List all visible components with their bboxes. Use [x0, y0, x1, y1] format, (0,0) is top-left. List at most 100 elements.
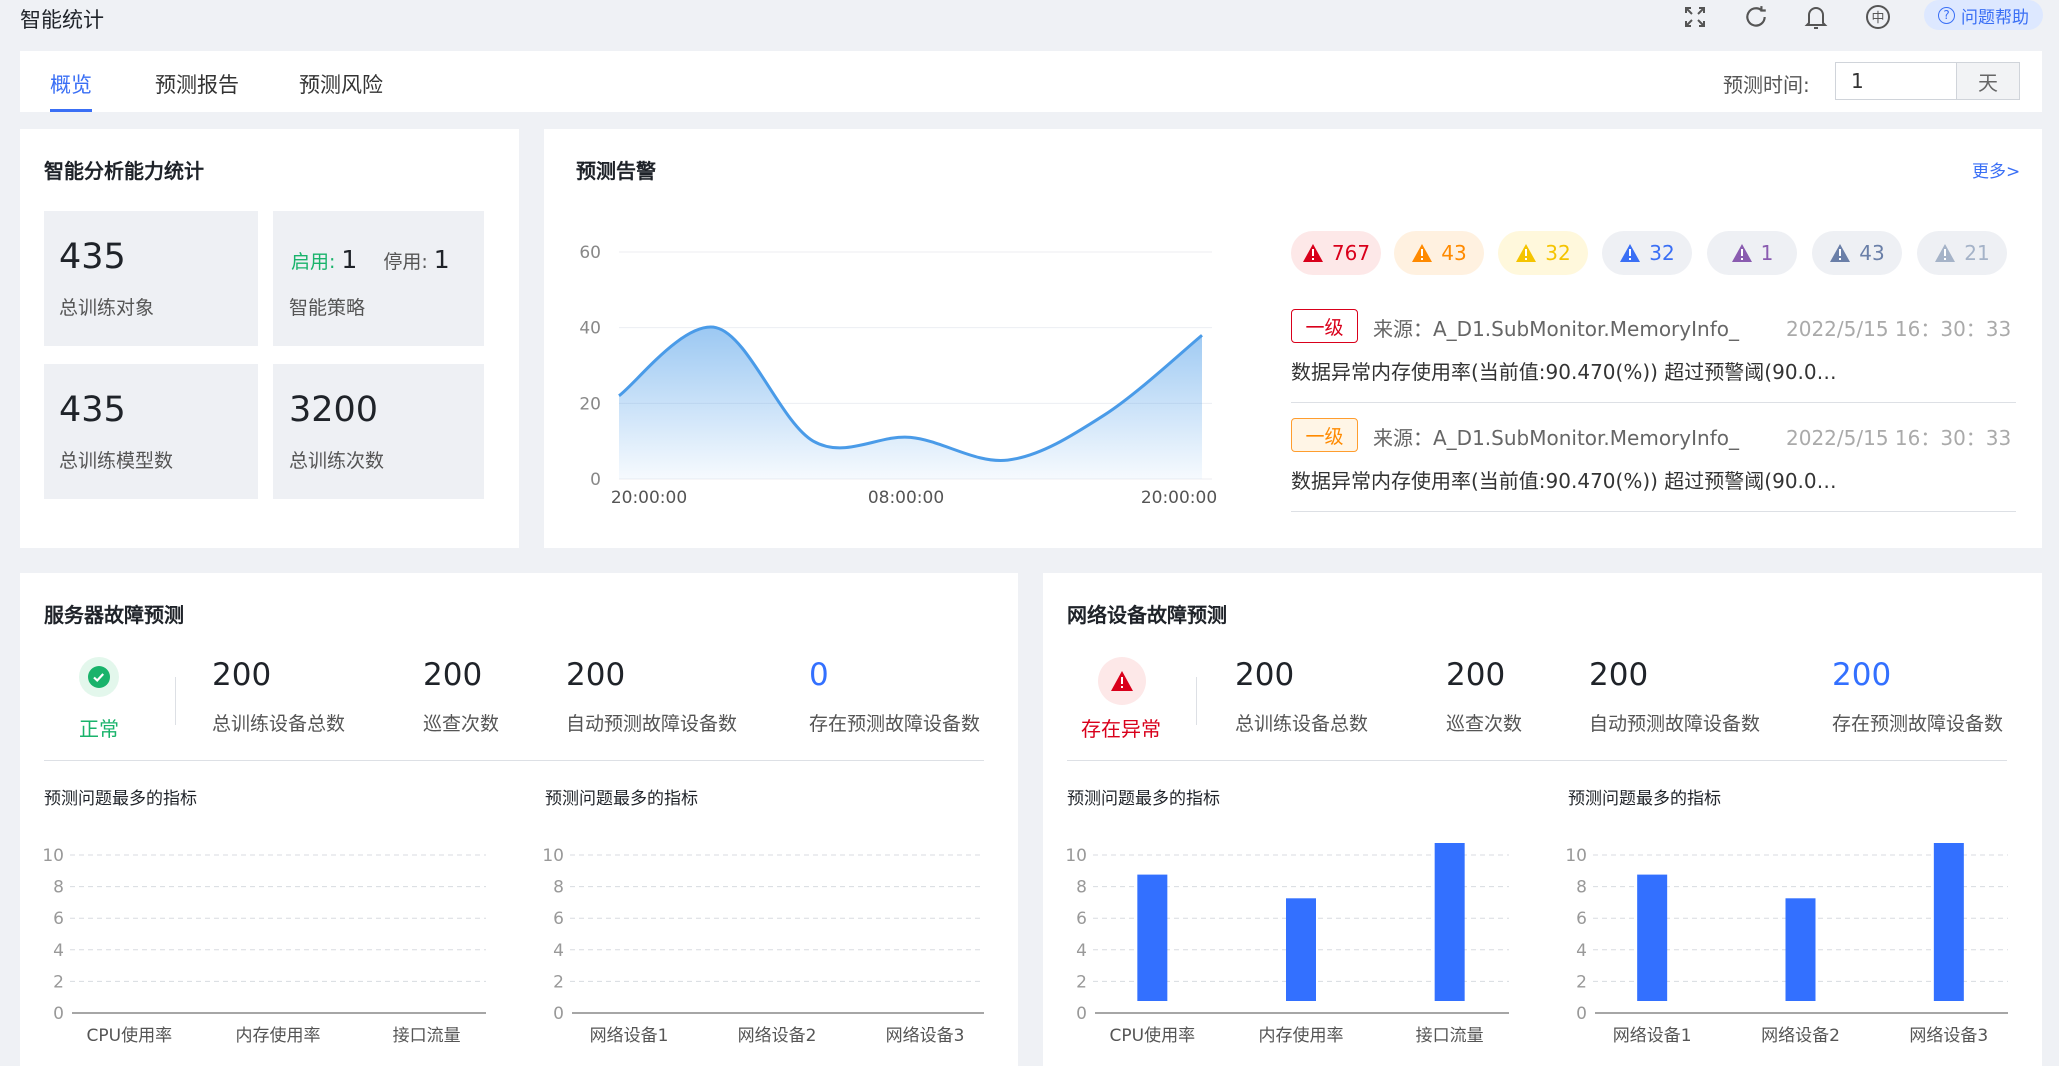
x-tick-label: 接口流量: [393, 1026, 461, 1046]
bar: [1785, 898, 1816, 1001]
y-tick-label: 8: [1576, 878, 1587, 898]
active-tab-indicator: [50, 109, 92, 112]
x-tick-label: CPU使用率: [1110, 1025, 1196, 1046]
y-tick-label: 10: [1065, 846, 1087, 866]
y-tick-label: 10: [542, 846, 564, 866]
warning-icon: [1830, 244, 1851, 262]
stat-value: 200: [212, 657, 272, 693]
network-fault-title: 网络设备故障预测: [1067, 603, 1227, 627]
tab-overview[interactable]: 概览: [50, 69, 92, 99]
warning-icon: [1302, 244, 1323, 262]
stat-value: 0: [809, 657, 829, 693]
fullscreen-icon[interactable]: [1680, 2, 1710, 32]
divider: [1291, 402, 2016, 403]
training-objects-label: 总训练对象: [59, 297, 155, 319]
bell-icon[interactable]: [1801, 2, 1831, 32]
chart-title: 预测问题最多的指标: [1568, 789, 1721, 809]
alert-level-badge[interactable]: 32: [1602, 231, 1692, 275]
alert-level-badge[interactable]: 1: [1707, 231, 1797, 275]
enabled-label: 启用:: [291, 251, 336, 273]
badge-count: 21: [1964, 241, 1990, 265]
stat-label: 巡查次数: [423, 713, 500, 735]
tab-bar: 概览 预测报告 预测风险 预测时间: 1 天: [20, 51, 2042, 112]
bar: [1933, 843, 1964, 1001]
warning-icon: [1620, 244, 1641, 262]
alert-level-badge[interactable]: 43: [1394, 231, 1484, 275]
network-fault-card: 网络设备故障预测 存在异常 200 总训练设备总数 200 巡查次数 200 自…: [1043, 573, 2042, 1066]
alerts-card: 预测告警 更多> 0 20 40 60 20:00:00 08:00:00 20:00:00…: [544, 129, 2042, 548]
x-tick-label: 网络设备1: [590, 1026, 669, 1046]
y-tick-label: 40: [579, 319, 601, 339]
predict-time-input[interactable]: 1: [1835, 62, 1956, 100]
chart-title: 预测问题最多的指标: [44, 789, 197, 809]
warning-icon: [1412, 244, 1433, 262]
training-objects-box: 435 总训练对象: [44, 211, 258, 346]
disabled-label: 停用:: [383, 251, 428, 273]
network-device-bar-chart: 0 2 4 6 8 10 网络设备1 网络设备2 网络设备3: [1565, 843, 2008, 1046]
x-tick-label: 20:00:00: [1141, 488, 1217, 508]
stat-label: 自动预测故障设备数: [1589, 713, 1761, 735]
x-tick-label: 网络设备2: [1761, 1026, 1840, 1046]
y-tick-label: 10: [1565, 846, 1587, 866]
alert-level-badge[interactable]: 43: [1812, 231, 1902, 275]
x-tick-label: 网络设备2: [738, 1026, 817, 1046]
stat-label: 存在预测故障设备数: [1832, 713, 2004, 735]
server-status: 正常: [79, 717, 119, 741]
alert-message[interactable]: 数据异常内存使用率(当前值:90.470(%)) 超过预警阈(90.0…: [1291, 356, 1837, 385]
y-tick-label: 4: [1576, 941, 1587, 961]
models-value: 435: [59, 390, 126, 430]
y-tick-label: 60: [579, 243, 601, 263]
alert-level-badge[interactable]: 21: [1917, 231, 2007, 275]
y-tick-label: 8: [1076, 878, 1087, 898]
help-button[interactable]: ? 问题帮助: [1924, 0, 2043, 30]
stat-value: 200: [1446, 657, 1506, 693]
alert-message[interactable]: 数据异常内存使用率(当前值:90.470(%)) 超过预警阈(90.0…: [1291, 465, 1837, 494]
stat-label: 总训练设备总数: [212, 713, 346, 735]
page-title: 智能统计: [20, 8, 104, 32]
server-metric-bar-chart: 0 2 4 6 8 10 CPU使用率 内存使用率 接口流量: [42, 846, 486, 1046]
disabled-value: 1: [433, 245, 450, 274]
svg-text:中: 中: [1871, 11, 1884, 26]
stat-value: 200: [1235, 657, 1295, 693]
language-icon[interactable]: 中: [1863, 2, 1893, 32]
predict-time-unit: 天: [1956, 62, 2020, 100]
bar: [1137, 874, 1168, 1001]
refresh-icon[interactable]: [1741, 2, 1771, 32]
badge-count: 43: [1859, 241, 1885, 265]
divider: [44, 760, 984, 761]
y-tick-label: 20: [579, 394, 601, 414]
stat-value: 200: [1589, 657, 1649, 693]
chart-title: 预测问题最多的指标: [1067, 789, 1220, 809]
alert-level-badge[interactable]: 767: [1291, 231, 1381, 275]
alerts-title: 预测告警: [576, 159, 656, 183]
y-tick-label: 2: [553, 972, 564, 992]
stat-label: 自动预测故障设备数: [566, 713, 738, 735]
y-tick-label: 6: [53, 909, 64, 929]
y-tick-label: 0: [53, 1004, 64, 1024]
x-tick-label: 08:00:00: [868, 488, 944, 508]
badge-count: 43: [1441, 241, 1467, 265]
question-icon: ?: [1938, 6, 1955, 24]
divider: [1067, 760, 2007, 761]
more-link[interactable]: 更多>: [1972, 157, 2020, 182]
models-box: 435 总训练模型数: [44, 364, 258, 499]
strategy-box: 启用: 1 停用: 1 智能策略: [273, 211, 484, 346]
stat-value: 200: [1832, 657, 1892, 693]
trainings-box: 3200 总训练次数: [273, 364, 484, 499]
warning-icon: [1098, 657, 1146, 705]
y-tick-label: 0: [1576, 1004, 1587, 1024]
y-tick-label: 6: [1076, 909, 1087, 929]
server-fault-card: 服务器故障预测 正常 200 总训练设备总数 200 巡查次数 200 自动预测…: [20, 573, 1018, 1066]
stat-label: 巡查次数: [1446, 713, 1523, 735]
stat-label: 总训练设备总数: [1235, 713, 1369, 735]
tab-predict-report[interactable]: 预测报告: [155, 69, 239, 99]
y-tick-label: 8: [53, 878, 64, 898]
bar: [1434, 843, 1465, 1001]
y-tick-label: 4: [1076, 941, 1087, 961]
tab-predict-risk[interactable]: 预测风险: [299, 69, 383, 99]
alert-level-badge[interactable]: 32: [1498, 231, 1588, 275]
alert-level-tag: 一级: [1291, 418, 1358, 452]
server-fault-title: 服务器故障预测: [44, 603, 184, 627]
divider: [1196, 677, 1197, 725]
x-tick-label: CPU使用率: [87, 1025, 173, 1046]
